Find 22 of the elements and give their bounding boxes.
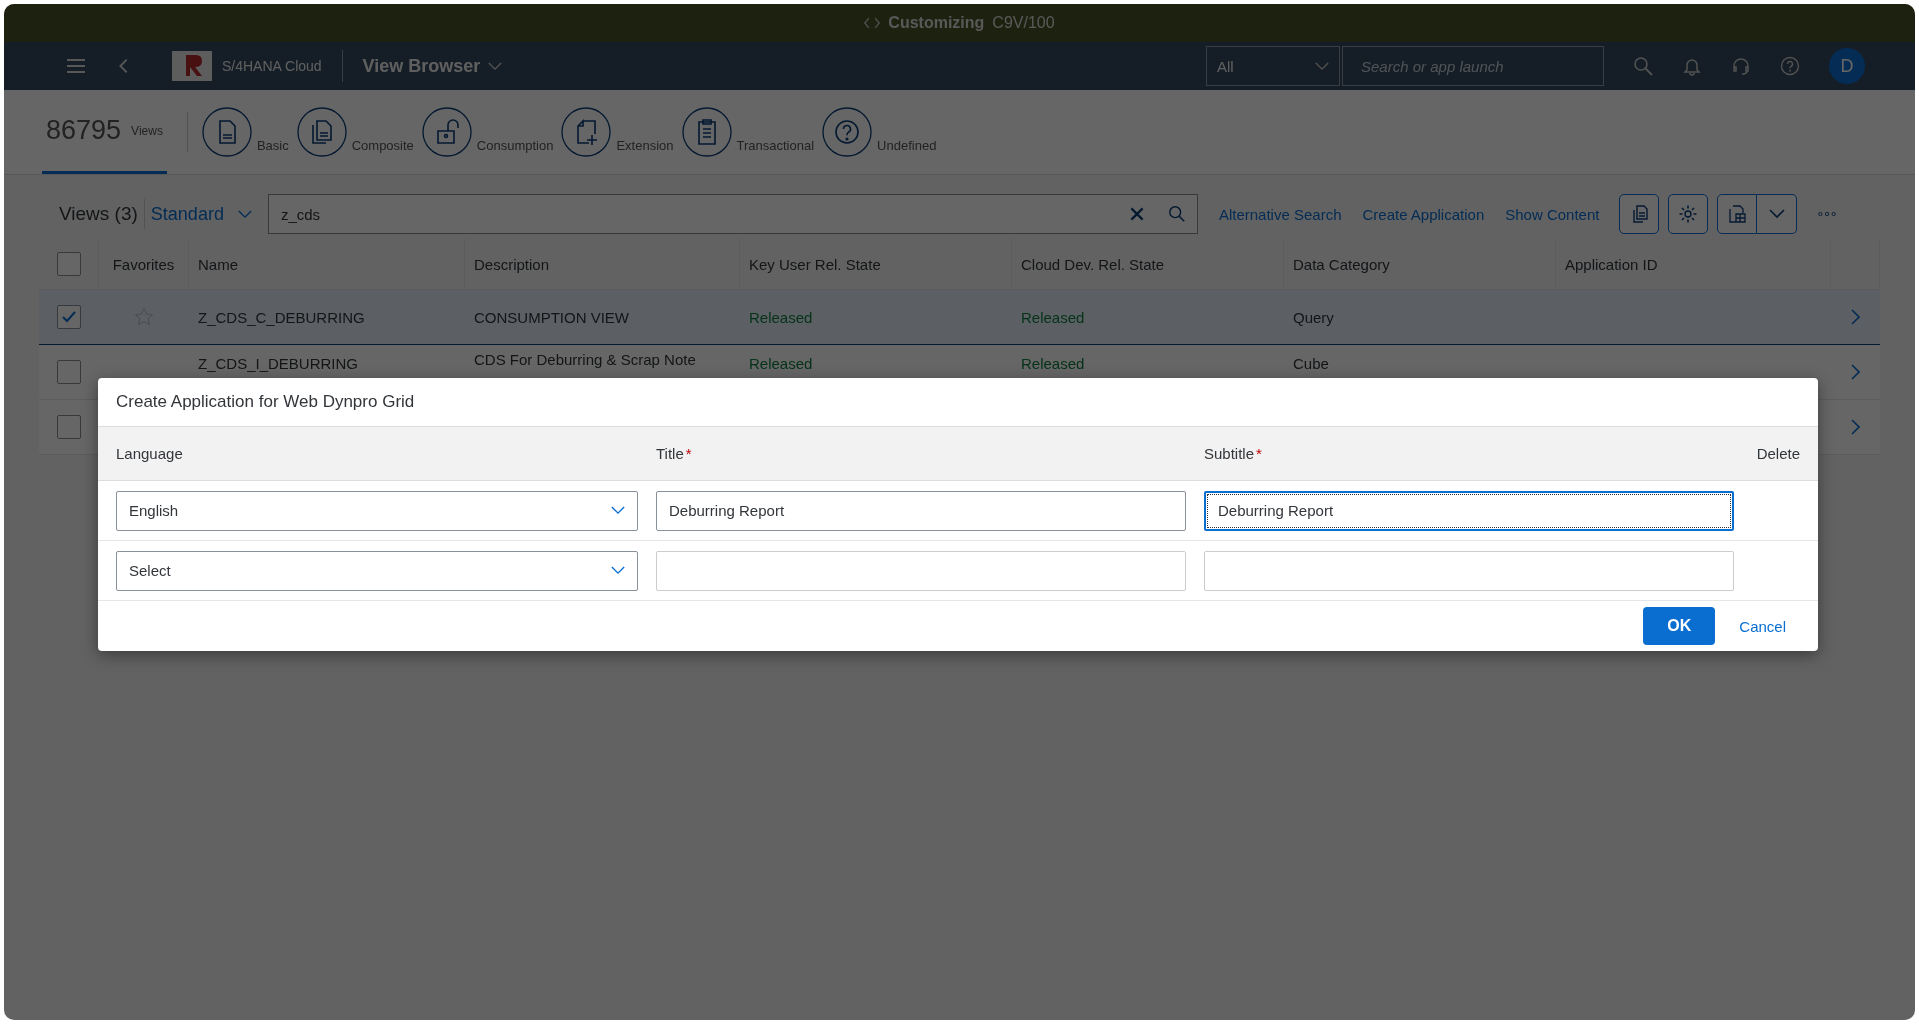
status-text: Released <box>749 308 813 326</box>
column-header: Delete <box>1756 445 1800 462</box>
table-title: Views (3) <box>59 203 138 225</box>
table-cell: Query <box>1293 308 1334 326</box>
table-cell: CONSUMPTION VIEW <box>474 308 629 326</box>
table-cell: CDS For Deburring & Scrap Note <box>474 351 696 368</box>
column-header: Title* <box>656 445 693 462</box>
required-mark: * <box>1256 445 1262 462</box>
product-name: S/4HANA Cloud <box>222 58 322 74</box>
table-cell: Z_CDS_I_DEBURRING <box>198 355 359 372</box>
column-header: Subtitle* <box>1204 445 1263 462</box>
views-count-label: Views <box>131 123 163 138</box>
system-title: Customizing <box>888 14 985 32</box>
status-text: Released <box>749 355 813 372</box>
status-text: Released <box>1021 355 1085 372</box>
table-cell: Z_CDS_C_DEBURRING <box>198 308 365 326</box>
column-header: Language <box>116 445 184 462</box>
table-cell: Cube <box>1293 355 1329 372</box>
status-text: Released <box>1021 308 1085 326</box>
required-mark: * <box>685 445 692 462</box>
system-id: C9V/100 <box>992 14 1055 32</box>
views-count: 86795 <box>46 115 122 146</box>
